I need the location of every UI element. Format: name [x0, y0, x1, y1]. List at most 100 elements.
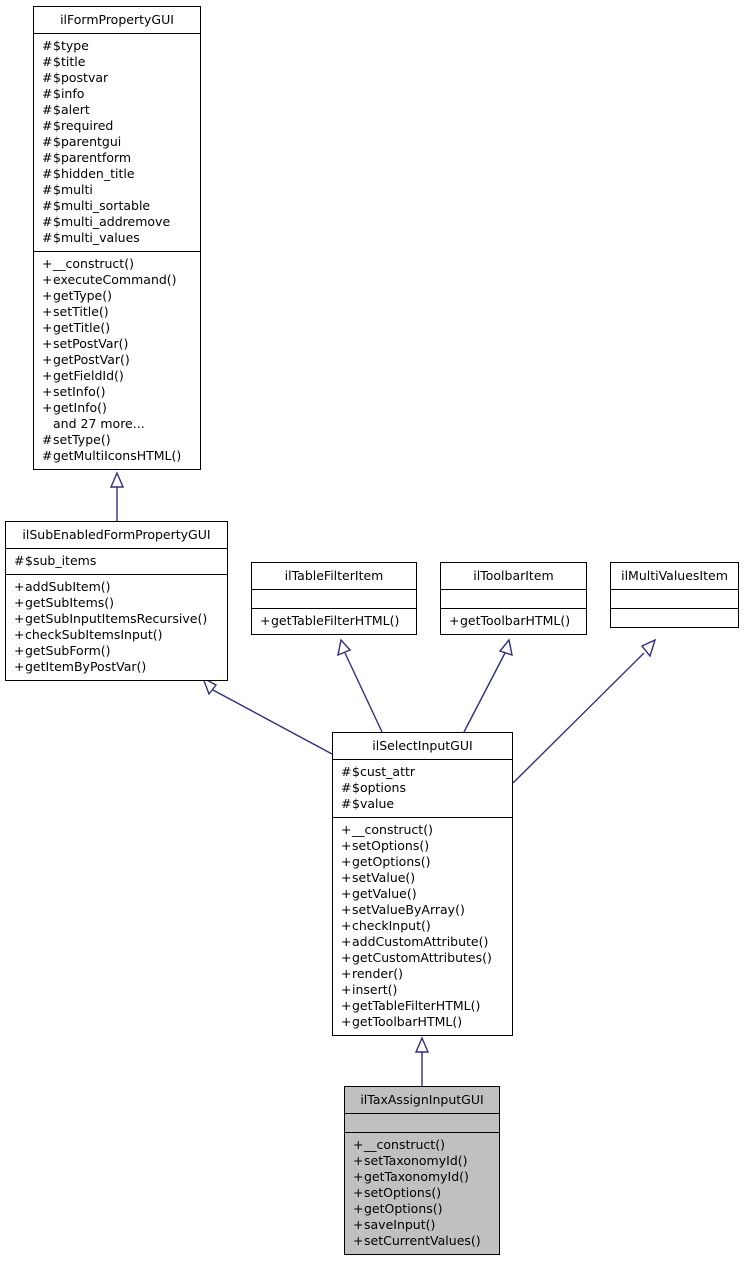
attribute-name: $info	[53, 86, 85, 101]
operation-row: +getOptions()	[341, 854, 506, 870]
visibility-marker: +	[42, 320, 53, 335]
uml-class-iltoolbaritem[interactable]: ilToolbarItem +getToolbarHTML()	[440, 562, 587, 635]
visibility-marker: #	[42, 102, 53, 117]
attribute-row: #$value	[341, 796, 506, 812]
uml-class-ilselectinputgui[interactable]: ilSelectInputGUI #$cust_attr #$options #…	[332, 732, 513, 1036]
operation-name: getFieldId()	[53, 368, 124, 383]
visibility-marker: +	[341, 934, 352, 949]
operation-name: getToolbarHTML()	[352, 1014, 463, 1029]
visibility-marker: +	[42, 400, 53, 415]
visibility-marker: #	[42, 198, 53, 213]
visibility-marker: +	[341, 886, 352, 901]
visibility-marker: #	[341, 796, 352, 811]
attribute-row: #$info	[42, 86, 194, 102]
visibility-marker: +	[341, 902, 352, 917]
operation-name: getTitle()	[53, 320, 111, 335]
operation-row: +getCustomAttributes()	[341, 950, 506, 966]
attribute-row: #$alert	[42, 102, 194, 118]
uml-class-ilformpropertygui[interactable]: ilFormPropertyGUI #$type #$title #$postv…	[33, 6, 201, 470]
attribute-row: #$required	[42, 118, 194, 134]
attribute-name: $multi	[53, 182, 93, 197]
visibility-marker: +	[14, 643, 25, 658]
operations-compartment: +getTableFilterHTML()	[252, 608, 416, 634]
operation-row: +setValue()	[341, 870, 506, 886]
operation-row: +getPostVar()	[42, 352, 194, 368]
attribute-name: $type	[53, 38, 89, 53]
visibility-marker: +	[14, 627, 25, 642]
attribute-name: $cust_attr	[352, 764, 416, 779]
operation-row: +setTaxonomyId()	[353, 1153, 493, 1169]
operation-name: render()	[352, 966, 403, 981]
operations-compartment	[611, 608, 738, 627]
attributes-compartment	[441, 589, 586, 608]
visibility-marker: #	[42, 38, 53, 53]
operation-row: +render()	[341, 966, 506, 982]
operation-row: +__construct()	[341, 822, 506, 838]
operation-name: setCurrentValues()	[364, 1233, 481, 1248]
operation-name: getTaxonomyId()	[364, 1169, 469, 1184]
uml-class-iltaxassigninputgui[interactable]: ilTaxAssignInputGUI + __construct() +setT…	[344, 1086, 500, 1255]
visibility-marker: +	[353, 1233, 364, 1248]
operation-name: __construct()	[352, 822, 433, 837]
operations-compartment: +getToolbarHTML()	[441, 608, 586, 634]
more-members-label: and 27 more...	[42, 416, 194, 432]
operation-name: getSubItems()	[25, 595, 115, 610]
attribute-row: #$multi_addremove	[42, 214, 194, 230]
visibility-marker: #	[42, 448, 53, 463]
visibility-marker: +	[341, 854, 352, 869]
inheritance-arrowhead	[498, 638, 513, 657]
operations-compartment: +__construct() +setTaxonomyId() +getTaxo…	[345, 1132, 499, 1254]
uml-class-iltablefilteritem[interactable]: ilTableFilterItem +getTableFilterHTML()	[251, 562, 417, 635]
attributes-compartment	[252, 589, 416, 608]
attribute-row: #$cust_attr	[341, 764, 506, 780]
attribute-row: #$parentgui	[42, 134, 194, 150]
visibility-marker: +	[353, 1201, 364, 1216]
visibility-marker: #	[42, 118, 53, 133]
visibility-marker: +	[42, 368, 53, 383]
visibility-marker: +	[42, 256, 53, 271]
operation-row: +getTaxonomyId()	[353, 1169, 493, 1185]
operation-row: +insert()	[341, 982, 506, 998]
attribute-name: $options	[352, 780, 406, 795]
operation-row: +setOptions()	[341, 838, 506, 854]
attribute-name: $multi_values	[53, 230, 140, 245]
operation-row: #getMultiIconsHTML()	[42, 448, 194, 464]
uml-class-ilsubenabledformpropertygui[interactable]: ilSubEnabledFormPropertyGUI #$sub_items …	[5, 521, 228, 681]
attribute-name: $alert	[53, 102, 90, 117]
edge-ilselectinputgui-to-ilsubenabled	[212, 689, 333, 755]
operation-row: +getSubForm()	[14, 643, 221, 659]
operation-row: +getInfo()	[42, 400, 194, 416]
visibility-marker: +	[14, 595, 25, 610]
operation-name: setValue()	[352, 870, 416, 885]
operation-row: +checkSubItemsInput()	[14, 627, 221, 643]
attribute-row: #$sub_items	[14, 553, 221, 569]
operation-row: +setPostVar()	[42, 336, 194, 352]
operation-row: +setInfo()	[42, 384, 194, 400]
operation-name: getTableFilterHTML()	[271, 613, 400, 628]
visibility-marker: +	[341, 870, 352, 885]
attribute-row: #$parentform	[42, 150, 194, 166]
visibility-marker: +	[449, 613, 460, 628]
class-name-label: ilTaxAssignInputGUI	[360, 1092, 484, 1107]
visibility-marker: +	[341, 950, 352, 965]
attribute-row: #$multi_sortable	[42, 198, 194, 214]
visibility-marker: #	[14, 553, 25, 568]
visibility-marker: #	[42, 70, 53, 85]
operation-name: getToolbarHTML()	[460, 613, 571, 628]
operation-name: getType()	[53, 288, 112, 303]
visibility-marker: +	[341, 822, 352, 837]
operations-compartment: +addSubItem() +getSubItems() +getSubInpu…	[6, 574, 227, 680]
uml-class-ilmultivaluesitem[interactable]: ilMultiValuesItem	[610, 562, 739, 628]
operation-name: __construct()	[364, 1137, 445, 1152]
visibility-marker: #	[42, 432, 53, 447]
visibility-marker: #	[42, 86, 53, 101]
attribute-name: $parentgui	[53, 134, 122, 149]
operation-row: +getType()	[42, 288, 194, 304]
visibility-marker: #	[42, 182, 53, 197]
operation-name: getInfo()	[53, 400, 107, 415]
uml-class-diagram: ilFormPropertyGUI #$type #$title #$postv…	[0, 0, 744, 1269]
operation-row: +getSubInputItemsRecursive()	[14, 611, 221, 627]
visibility-marker: +	[14, 579, 25, 594]
inheritance-arrowhead	[109, 471, 125, 488]
operation-row: +getToolbarHTML()	[449, 613, 580, 629]
